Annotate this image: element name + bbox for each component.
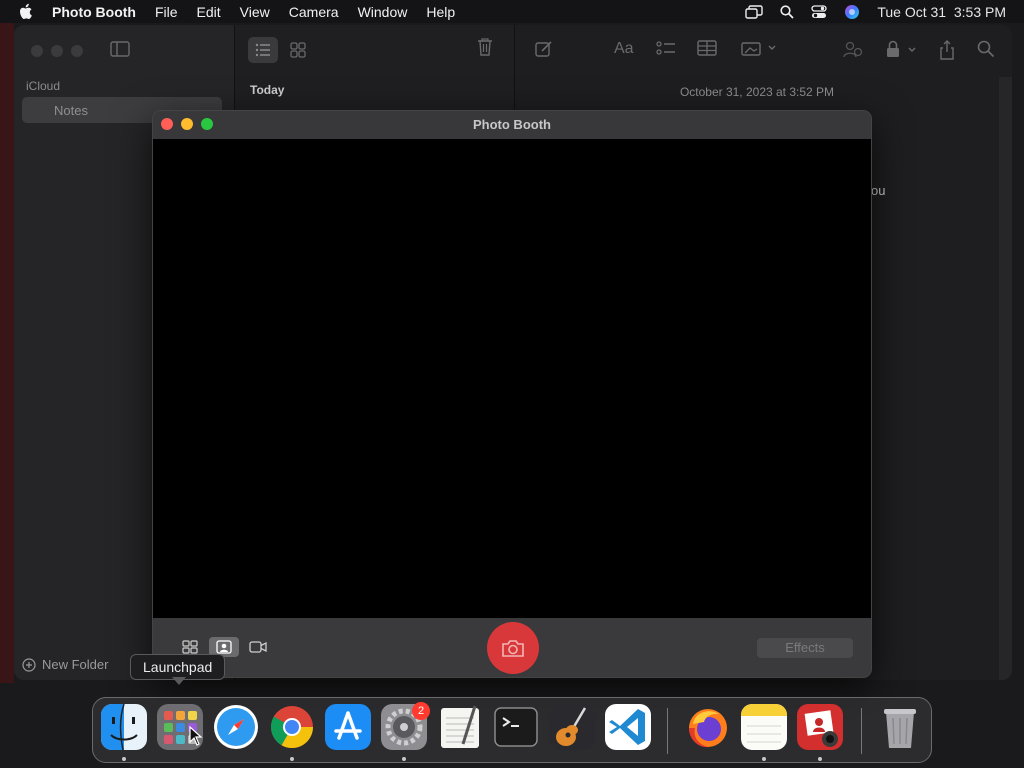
- photo-booth-window: Photo Booth Effects: [152, 110, 872, 678]
- menu-bar: Photo Booth File Edit View Camera Window…: [0, 0, 1024, 23]
- dock-trash[interactable]: [877, 704, 923, 750]
- effects-button[interactable]: Effects: [757, 638, 853, 658]
- dock-photo-booth[interactable]: [797, 704, 843, 750]
- note-body-text[interactable]: ou: [871, 183, 885, 198]
- camera-preview: [153, 139, 871, 618]
- photo-booth-icon: [797, 704, 843, 750]
- terminal-icon: [494, 707, 538, 747]
- safari-icon: [214, 705, 258, 749]
- chrome-icon: [270, 706, 313, 749]
- menu-camera[interactable]: Camera: [289, 4, 339, 20]
- running-indicator: [402, 757, 406, 761]
- video-camera-icon: [249, 641, 267, 653]
- dock-finder[interactable]: [101, 704, 147, 750]
- textedit-icon: [441, 705, 479, 748]
- video-mode-button[interactable]: [243, 637, 273, 657]
- running-indicator: [122, 757, 126, 761]
- menu-edit[interactable]: Edit: [197, 4, 221, 20]
- notes-traffic-lights: [31, 45, 83, 57]
- menu-file[interactable]: File: [155, 4, 178, 20]
- dock-separator: [861, 708, 862, 754]
- firefox-icon: [689, 709, 727, 748]
- portrait-icon: [216, 640, 232, 654]
- vscode-icon: [605, 704, 651, 750]
- notes-list-toolbar: [235, 25, 515, 77]
- trash-icon: [884, 709, 916, 748]
- siri-icon[interactable]: [844, 4, 860, 20]
- sidebar-section-icloud: iCloud: [26, 79, 61, 93]
- photo-booth-controls: Effects: [153, 618, 871, 677]
- dock-terminal[interactable]: [493, 704, 539, 750]
- dock-textedit[interactable]: [437, 704, 483, 750]
- format-text-icon[interactable]: Aa: [614, 40, 634, 58]
- apple-menu-icon[interactable]: [18, 3, 36, 21]
- collaborate-icon[interactable]: [843, 40, 863, 58]
- desktop-wallpaper: [0, 23, 14, 683]
- grid-icon: [182, 640, 198, 654]
- dock-app-store[interactable]: [325, 704, 371, 750]
- dock-firefox[interactable]: [685, 704, 731, 750]
- grid-icon: [290, 42, 306, 58]
- sidebar-toggle-icon[interactable]: [110, 41, 130, 62]
- list-section-header: Today: [250, 83, 285, 97]
- guitar-icon: [549, 704, 595, 750]
- window-title: Photo Booth: [473, 117, 551, 132]
- compose-icon[interactable]: [535, 40, 553, 58]
- screen-mirroring-icon[interactable]: [745, 4, 764, 19]
- menu-window[interactable]: Window: [358, 4, 408, 20]
- minimize-button[interactable]: [51, 45, 63, 57]
- running-indicator: [818, 757, 822, 761]
- list-view-button[interactable]: [248, 37, 278, 63]
- plus-circle-icon: [22, 657, 36, 672]
- photo-booth-titlebar[interactable]: Photo Booth: [153, 111, 871, 139]
- control-center-icon[interactable]: [811, 4, 827, 19]
- tooltip-arrow: [172, 677, 186, 685]
- close-button[interactable]: [31, 45, 43, 57]
- take-photo-button[interactable]: [487, 622, 539, 674]
- search-icon[interactable]: [977, 40, 995, 58]
- running-indicator: [762, 757, 766, 761]
- lock-icon[interactable]: [885, 40, 919, 58]
- finder-icon: [101, 704, 147, 750]
- menu-view[interactable]: View: [240, 4, 270, 20]
- editor-toolbar: Aa: [515, 25, 1012, 77]
- media-icon[interactable]: [741, 40, 777, 56]
- trash-icon[interactable]: [477, 38, 493, 61]
- share-icon[interactable]: [939, 40, 955, 60]
- menu-datetime[interactable]: Tue Oct 31 3:53 PM: [877, 4, 1006, 20]
- dock: 2: [92, 697, 932, 763]
- checklist-icon[interactable]: [656, 40, 676, 58]
- mouse-cursor-icon: [189, 726, 203, 746]
- new-folder-button[interactable]: New Folder: [22, 657, 108, 672]
- editor-scrollbar[interactable]: [999, 77, 1012, 680]
- menu-app-name[interactable]: Photo Booth: [52, 4, 136, 20]
- menu-help[interactable]: Help: [426, 4, 455, 20]
- notes-icon: [741, 704, 787, 750]
- dock-safari[interactable]: [213, 704, 259, 750]
- dock-chrome[interactable]: [269, 704, 315, 750]
- camera-icon: [502, 640, 524, 657]
- list-icon: [255, 43, 270, 57]
- spotlight-search-icon[interactable]: [780, 4, 794, 19]
- notification-badge: 2: [412, 702, 430, 720]
- dock-vscode[interactable]: [605, 704, 651, 750]
- dock-separator: [667, 708, 668, 754]
- table-icon[interactable]: [697, 40, 717, 56]
- zoom-button[interactable]: [71, 45, 83, 57]
- dock-notes[interactable]: [741, 704, 787, 750]
- new-folder-label: New Folder: [42, 657, 109, 672]
- running-indicator: [290, 757, 294, 761]
- sidebar-item-label: Notes: [54, 102, 88, 118]
- dock-garageband[interactable]: [549, 704, 595, 750]
- gallery-view-button[interactable]: [285, 37, 311, 63]
- app-store-icon: [325, 704, 371, 750]
- note-date: October 31, 2023 at 3:52 PM: [679, 85, 835, 99]
